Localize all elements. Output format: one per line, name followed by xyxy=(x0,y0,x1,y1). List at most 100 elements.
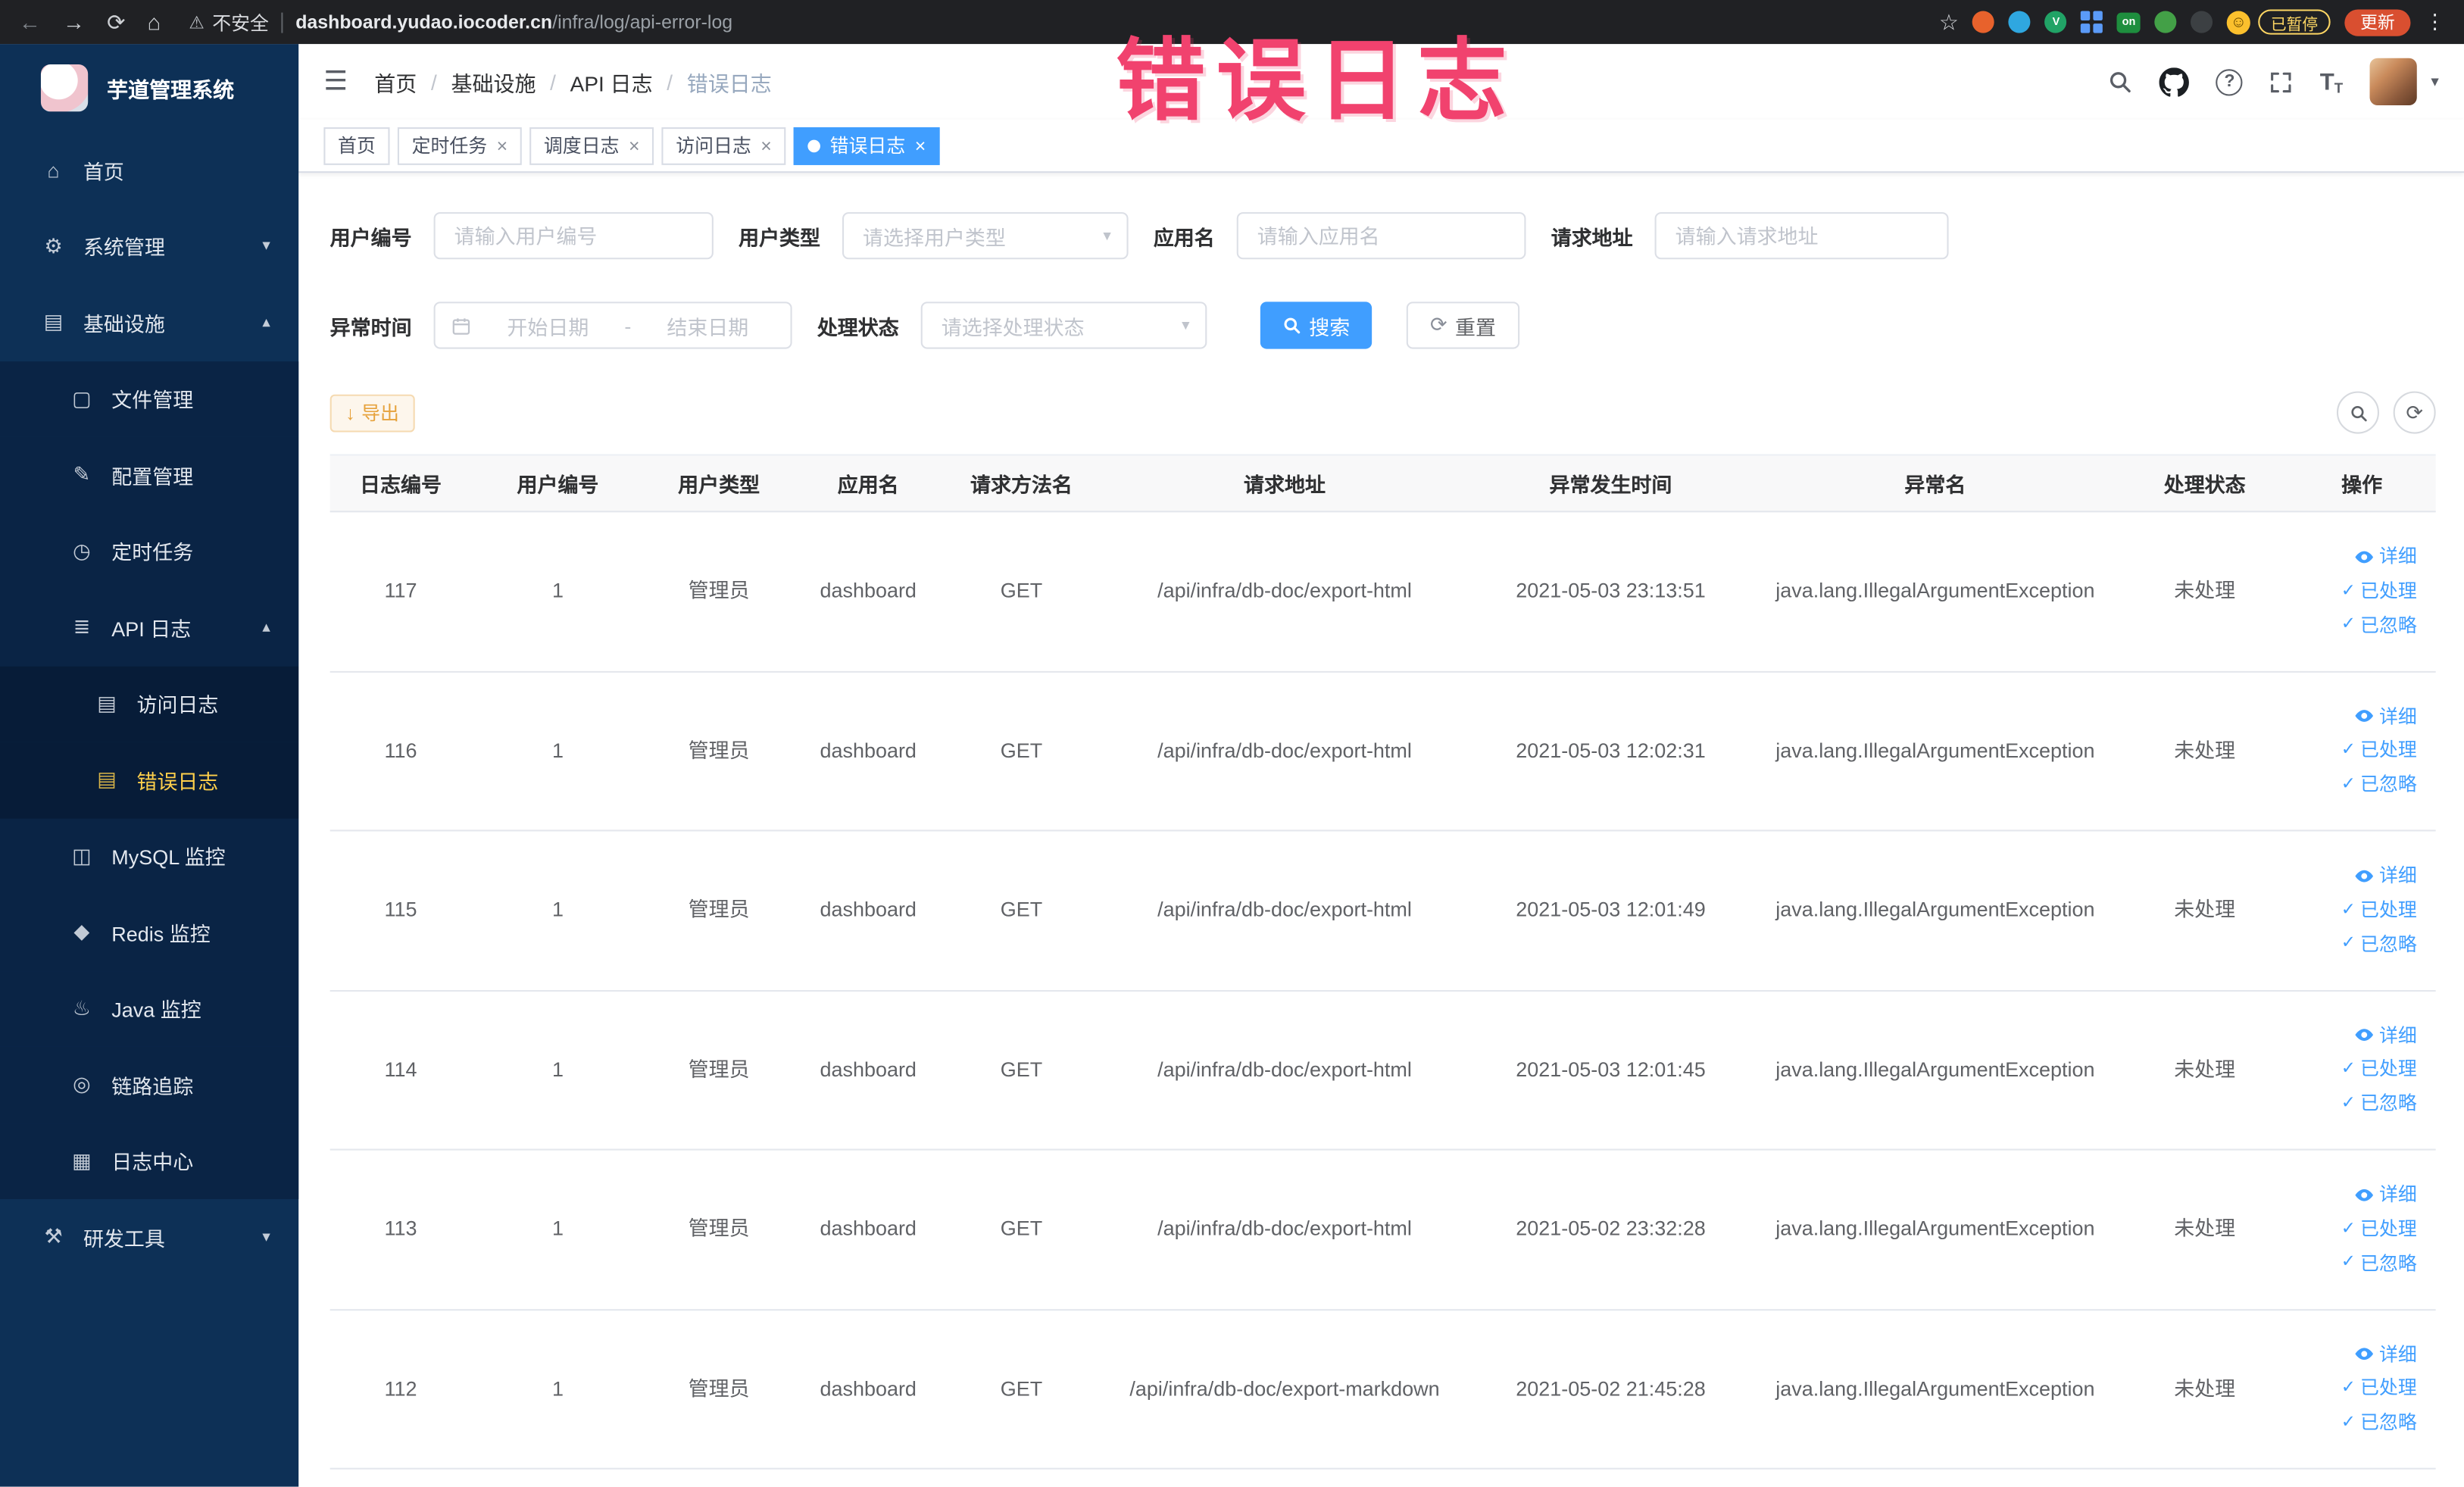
fullscreen-icon[interactable] xyxy=(2269,70,2293,93)
avatar-caret-icon[interactable]: ▾ xyxy=(2431,73,2438,90)
detail-link[interactable]: 详细 xyxy=(2354,1182,2417,1208)
mark-processed-link[interactable]: ✓ 已处理 xyxy=(2341,578,2417,604)
browser-update-button[interactable]: 更新 xyxy=(2344,8,2411,36)
tab-schedule-log[interactable]: 调度日志 × xyxy=(529,127,654,164)
export-button[interactable]: ↓ 导出 xyxy=(329,393,415,432)
tab-error-log[interactable]: 错误日志 × xyxy=(793,127,940,164)
extension-icon-6[interactable] xyxy=(2191,11,2213,33)
close-icon[interactable]: × xyxy=(915,134,926,156)
cell-status: 未处理 xyxy=(2174,578,2236,602)
breadcrumb-infra[interactable]: 基础设施 xyxy=(451,66,536,97)
detail-link[interactable]: 详细 xyxy=(2354,544,2417,570)
col-actions: 操作 xyxy=(2341,473,2383,497)
cell-status: 未处理 xyxy=(2174,738,2236,762)
sidebar-item-redis-monitor[interactable]: ◆ Redis 监控 xyxy=(0,894,299,971)
user-id-input[interactable] xyxy=(433,212,714,260)
extension-on-badge[interactable]: on xyxy=(2117,11,2141,33)
font-size-icon[interactable]: TT xyxy=(2320,68,2343,95)
check-icon: ✓ xyxy=(2341,740,2356,760)
extension-smiley-icon[interactable]: ☺ xyxy=(2226,10,2250,34)
extension-icon-3[interactable]: V xyxy=(2044,11,2068,33)
mark-ignored-link[interactable]: ✓ 已忽略 xyxy=(2341,1410,2417,1436)
security-label[interactable]: 不安全 xyxy=(212,8,269,35)
mark-ignored-link[interactable]: ✓ 已忽略 xyxy=(2341,932,2417,958)
mark-ignored-link[interactable]: ✓ 已忽略 xyxy=(2341,1091,2417,1117)
extension-icon-1[interactable] xyxy=(1972,11,1995,33)
mark-ignored-link[interactable]: ✓ 已忽略 xyxy=(2341,1251,2417,1277)
address-bar[interactable]: ⚠ 不安全 dashboard.yudao.iocoder.cn/infra/l… xyxy=(189,8,732,35)
search-icon[interactable] xyxy=(2108,69,2133,94)
table-row: 116 1 管理员 dashboard GET /api/infra/db-do… xyxy=(329,672,2436,832)
tab-home[interactable]: 首页 xyxy=(323,127,390,164)
error-log-icon: ▤ xyxy=(97,767,117,792)
filter-app-name: 应用名 xyxy=(1154,212,1526,260)
mark-processed-link[interactable]: ✓ 已处理 xyxy=(2341,1057,2417,1083)
browser-menu-icon[interactable]: ⋮ xyxy=(2425,9,2445,34)
detail-link[interactable]: 详细 xyxy=(2354,1342,2417,1368)
bookmark-star-icon[interactable]: ☆ xyxy=(1939,8,1959,35)
close-icon[interactable]: × xyxy=(760,134,772,156)
cell-log-id: 117 xyxy=(384,578,417,602)
filter-label: 请求地址 xyxy=(1551,225,1633,249)
github-icon[interactable] xyxy=(2160,67,2190,96)
browser-home-icon[interactable]: ⌂ xyxy=(147,9,161,34)
detail-link[interactable]: 详细 xyxy=(2354,863,2417,889)
chevron-down-icon: ▾ xyxy=(1182,317,1190,334)
user-type-select[interactable]: 请选择用户类型 ▾ xyxy=(842,212,1129,260)
app-name-input[interactable] xyxy=(1236,212,1526,260)
browser-back-icon[interactable]: ← xyxy=(19,9,41,34)
date-range-picker[interactable]: 开始日期 - 结束日期 xyxy=(433,301,792,349)
mark-processed-link[interactable]: ✓ 已处理 xyxy=(2341,738,2417,764)
avatar[interactable] xyxy=(2369,58,2417,105)
hamburger-icon[interactable]: ☰ xyxy=(323,66,348,97)
close-icon[interactable]: × xyxy=(629,134,640,156)
sidebar-item-config-manage[interactable]: ✎ 配置管理 xyxy=(0,436,299,514)
sidebar-item-dev-tools[interactable]: ⚒ 研发工具 ▾ xyxy=(0,1199,298,1276)
detail-link[interactable]: 详细 xyxy=(2354,703,2417,729)
refresh-table-button[interactable]: ⟳ xyxy=(2393,391,2436,434)
sidebar-item-label: 访问日志 xyxy=(136,693,219,717)
process-status-select[interactable]: 请选择处理状态 ▾ xyxy=(920,301,1207,349)
sidebar-item-label: MySQL 监控 xyxy=(111,845,226,870)
browser-forward-icon[interactable]: → xyxy=(63,9,85,34)
sidebar-item-mysql-monitor[interactable]: ◫ MySQL 监控 xyxy=(0,817,299,895)
extension-icon-2[interactable] xyxy=(2009,11,2031,33)
mark-processed-link[interactable]: ✓ 已处理 xyxy=(2341,1376,2417,1402)
cell-request-url: /api/infra/db-doc/export-html xyxy=(1157,738,1412,762)
mark-ignored-link[interactable]: ✓ 已忽略 xyxy=(2341,772,2417,798)
extension-grid-icon[interactable] xyxy=(2081,11,2103,33)
sidebar-item-system[interactable]: ⚙ 系统管理 ▾ xyxy=(0,208,298,285)
toggle-search-button[interactable] xyxy=(2336,391,2379,434)
sidebar-item-file-manage[interactable]: ▢ 文件管理 xyxy=(0,361,299,437)
mark-processed-link[interactable]: ✓ 已处理 xyxy=(2341,897,2417,923)
reset-button[interactable]: ⟳ 重置 xyxy=(1406,301,1520,349)
sidebar-item-infra[interactable]: ▤ 基础设施 ▴ xyxy=(0,285,298,361)
chevron-down-icon: ▾ xyxy=(1103,226,1111,245)
search-button[interactable]: 搜索 xyxy=(1260,301,1373,349)
sidebar-item-log-center[interactable]: ▦ 日志中心 xyxy=(0,1123,299,1199)
sidebar-item-home[interactable]: ⌂ 首页 xyxy=(0,132,298,208)
check-icon: ✓ xyxy=(2341,1378,2356,1398)
sidebar-item-error-log[interactable]: ▤ 错误日志 xyxy=(0,742,299,818)
browser-reload-icon[interactable]: ⟳ xyxy=(107,8,125,35)
tab-access-log[interactable]: 访问日志 × xyxy=(661,127,786,164)
sidebar-item-java-monitor[interactable]: ♨ Java 监控 xyxy=(0,970,299,1047)
sidebar-item-scheduled-jobs[interactable]: ◷ 定时任务 xyxy=(0,513,299,589)
sidebar-item-tracing[interactable]: ◎ 链路追踪 xyxy=(0,1046,299,1123)
sidebar-item-label: 首页 xyxy=(83,160,124,184)
paused-badge[interactable]: 已暂停 xyxy=(2258,9,2331,35)
annotation-error-log: 错误日志 xyxy=(1115,31,1519,133)
request-url-input[interactable] xyxy=(1654,212,1949,260)
breadcrumb-api-log[interactable]: API 日志 xyxy=(570,66,653,97)
mark-ignored-link[interactable]: ✓ 已忽略 xyxy=(2341,612,2417,639)
help-icon[interactable]: ? xyxy=(2216,68,2244,95)
close-icon[interactable]: × xyxy=(497,134,508,156)
detail-link[interactable]: 详细 xyxy=(2354,1023,2417,1049)
tab-scheduled-jobs[interactable]: 定时任务 × xyxy=(397,127,522,164)
sidebar-item-api-log[interactable]: ≣ API 日志 ▴ xyxy=(0,589,299,666)
breadcrumb-home[interactable]: 首页 xyxy=(374,66,417,97)
mark-processed-link[interactable]: ✓ 已处理 xyxy=(2341,1216,2417,1242)
gear-icon: ⚙ xyxy=(44,233,63,258)
extension-icon-5[interactable] xyxy=(2154,11,2177,33)
sidebar-item-access-log[interactable]: ▤ 访问日志 xyxy=(0,665,299,742)
